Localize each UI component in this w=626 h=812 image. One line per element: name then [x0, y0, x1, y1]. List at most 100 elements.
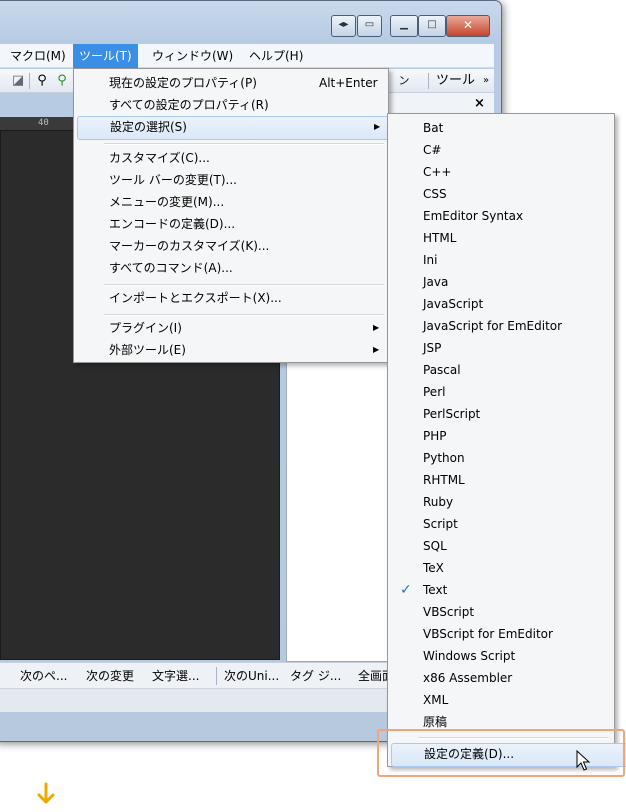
submenu-arrow-icon: ▶	[374, 122, 381, 131]
syntax-item[interactable]: JavaScript	[391, 293, 626, 315]
toolbar-overflow-icon[interactable]: »	[478, 73, 494, 89]
mouse-cursor-icon	[576, 750, 591, 771]
menu-item-all-properties[interactable]: すべての設定のプロパティ(R)	[77, 94, 415, 116]
menu-tools[interactable]: ツール(T)	[73, 44, 138, 68]
menu-item-label: 設定の選択(S)	[110, 120, 187, 134]
syntax-item-label: Pascal	[423, 363, 461, 377]
syntax-item-label: Java	[423, 275, 449, 289]
menu-item-label: すべてのコマンド(A)...	[109, 261, 233, 275]
syntax-item-label: PHP	[423, 429, 447, 443]
menu-item-label: すべての設定のプロパティ(R)	[109, 98, 269, 112]
minimize-button[interactable]: ▁	[390, 15, 418, 37]
menu-separator	[104, 143, 384, 145]
syntax-item-label: C#	[423, 143, 442, 157]
toolbar-separator	[29, 73, 30, 89]
syntax-item-label: Ini	[423, 253, 438, 267]
menu-item-plugins[interactable]: プラグイン(I) ▶	[77, 317, 415, 339]
syntax-item[interactable]: PHP	[391, 425, 626, 447]
syntax-item[interactable]: HTML	[391, 227, 626, 249]
syntax-item[interactable]: RHTML	[391, 469, 626, 491]
tag-jump-button[interactable]: タグ ジ...	[290, 663, 341, 689]
syntax-item[interactable]: PerlScript	[391, 403, 626, 425]
next-page-button[interactable]: 次のペ...	[20, 663, 67, 689]
menu-item-label: マーカーのカスタマイズ(K)...	[109, 239, 270, 253]
menu-window[interactable]: ウィンドウ(W)	[146, 44, 239, 68]
config-submenu: Bat C# C++ CSS EmEditor Syntax HTML Ini Java Jav…	[387, 113, 626, 767]
syntax-item-label: TeX	[423, 561, 444, 575]
next-unicode-button[interactable]: 次のUni...	[224, 663, 279, 689]
syntax-item[interactable]: Bat	[391, 117, 626, 139]
menu-item-label: インポートとエクスポート(X)...	[109, 291, 282, 305]
syntax-item-label: Script	[423, 517, 458, 531]
syntax-item-label: C++	[423, 165, 452, 179]
menu-item-label: メニューの変更(M)...	[109, 195, 225, 209]
syntax-item-label: HTML	[423, 231, 457, 245]
menu-item-customize-markers[interactable]: マーカーのカスタマイズ(K)...	[77, 235, 415, 257]
menu-item-change-menu[interactable]: メニューの変更(M)...	[77, 191, 415, 213]
syntax-item-label: VBScript for EmEditor	[423, 627, 553, 641]
syntax-item-label: JavaScript	[423, 297, 484, 311]
syntax-item[interactable]: VBScript	[391, 601, 626, 623]
menu-macro[interactable]: マクロ(M)	[4, 44, 72, 68]
close-button[interactable]: ✕	[446, 15, 490, 37]
syntax-item-label: Python	[423, 451, 465, 465]
menu-item-label: プラグイン(I)	[109, 321, 182, 335]
close-icon[interactable]: ×	[474, 97, 488, 111]
menu-item-select-config[interactable]: 設定の選択(S) ▶	[77, 116, 417, 140]
syntax-item[interactable]: EmEditor Syntax	[391, 205, 626, 227]
menu-separator	[104, 314, 384, 316]
syntax-item-label: XML	[423, 693, 449, 707]
syntax-item[interactable]: Windows Script	[391, 645, 626, 667]
syntax-item-label: SQL	[423, 539, 447, 553]
menu-item-define-encoding[interactable]: エンコードの定義(D)...	[77, 213, 415, 235]
syntax-item-label: Text	[423, 583, 448, 597]
menu-item-label: エンコードの定義(D)...	[109, 217, 236, 231]
syntax-item-label: PerlScript	[423, 407, 481, 421]
syntax-item-label: Bat	[423, 121, 444, 135]
syntax-item-label: Perl	[423, 385, 446, 399]
submenu-arrow-icon: ▶	[373, 323, 380, 332]
syntax-item[interactable]: JSP	[391, 337, 626, 359]
submenu-arrow-icon: ▶	[373, 345, 380, 354]
maximize-button[interactable]: □	[418, 15, 446, 37]
syntax-item[interactable]: C++	[391, 161, 626, 183]
syntax-item[interactable]: SQL	[391, 535, 626, 557]
syntax-item[interactable]: Python	[391, 447, 626, 469]
menu-item-all-commands[interactable]: すべてのコマンド(A)...	[77, 257, 415, 279]
tile-icon[interactable]: ▭	[357, 15, 382, 37]
title-bar: ◂▸ ▭ ▁ □ ✕	[0, 1, 495, 37]
menu-item-current-properties[interactable]: 現在の設定のプロパティ(P) Alt+Enter	[77, 72, 415, 94]
menu-item-change-toolbar[interactable]: ツール バーの変更(T)...	[77, 169, 415, 191]
syntax-item-label: EmEditor Syntax	[423, 209, 524, 223]
syntax-item[interactable]: XML	[391, 689, 626, 711]
down-arrow-icon	[36, 782, 56, 806]
menu-item-external-tools[interactable]: 外部ツール(E) ▶	[77, 339, 415, 361]
syntax-item[interactable]: Pascal	[391, 359, 626, 381]
syntax-item[interactable]: JavaScript for EmEditor	[391, 315, 626, 337]
next-change-button[interactable]: 次の変更	[86, 663, 134, 689]
toolbar-separator	[428, 73, 429, 89]
menu-item-import-export[interactable]: インポートとエクスポート(X)...	[77, 287, 415, 309]
menu-help[interactable]: ヘルプ(H)	[243, 44, 309, 68]
menu-item-customize[interactable]: カスタマイズ(C)...	[77, 147, 415, 169]
menu-separator	[104, 284, 384, 286]
syntax-item[interactable]: VBScript for EmEditor	[391, 623, 626, 645]
syntax-item[interactable]: Perl	[391, 381, 626, 403]
syntax-item[interactable]: TeX	[391, 557, 626, 579]
search-icon[interactable]: ⚲	[34, 73, 50, 89]
syntax-item[interactable]: Ini	[391, 249, 626, 271]
syntax-item[interactable]: CSS	[391, 183, 626, 205]
syntax-item[interactable]: x86 Assembler	[391, 667, 626, 689]
find-next-icon[interactable]: ⚲	[54, 73, 70, 89]
syntax-item[interactable]: Java	[391, 271, 626, 293]
syntax-item[interactable]: Script	[391, 513, 626, 535]
ruler-label: 40	[38, 118, 49, 128]
toolbar-partial-icon[interactable]: ◪	[10, 73, 26, 89]
restore-arrows-icon[interactable]: ◂▸	[331, 15, 356, 37]
syntax-item[interactable]: C#	[391, 139, 626, 161]
tools-toolbar-label: ツール	[436, 73, 476, 88]
menu-bar: マクロ(M) ツール(T) ウィンドウ(W) ヘルプ(H)	[0, 44, 494, 68]
syntax-item[interactable]: ✓ Text	[391, 579, 626, 601]
syntax-item[interactable]: Ruby	[391, 491, 626, 513]
char-select-button[interactable]: 文字選...	[152, 663, 199, 689]
